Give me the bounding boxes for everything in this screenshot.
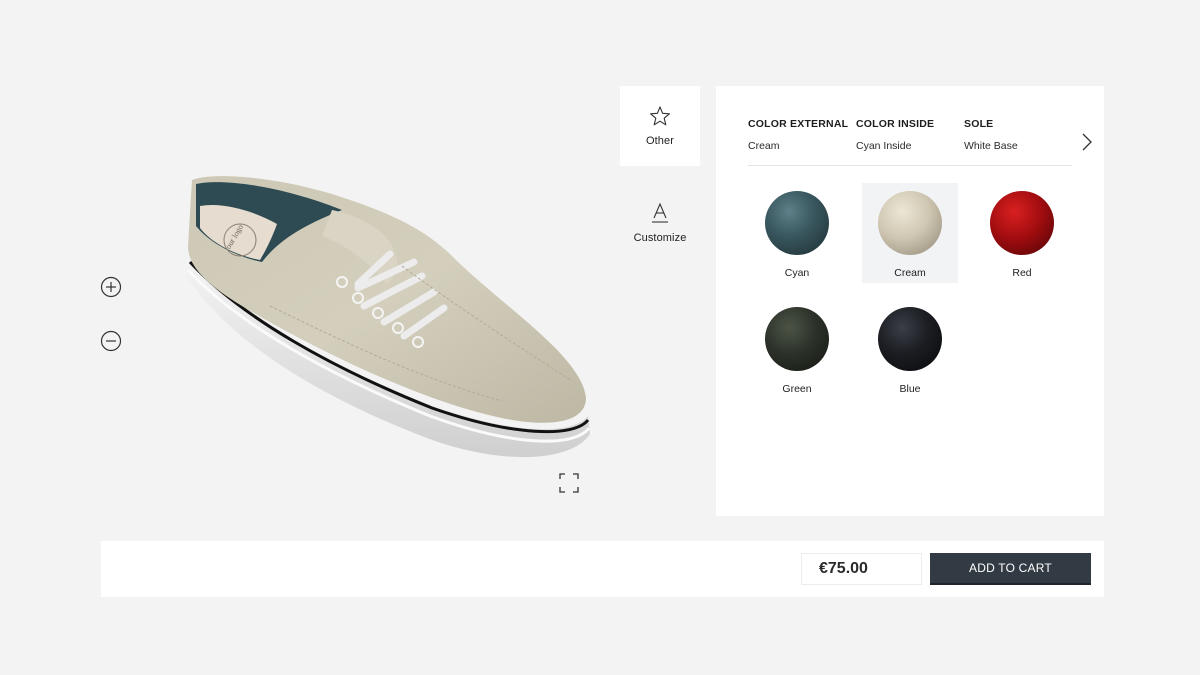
zoom-out-icon[interactable] xyxy=(100,330,122,352)
attribute-list: COLOR EXTERNAL Cream COLOR INSIDE Cyan I… xyxy=(748,118,1072,166)
tab-other[interactable]: Other xyxy=(620,86,700,166)
options-panel: COLOR EXTERNAL Cream COLOR INSIDE Cyan I… xyxy=(716,86,1104,516)
zoom-in-icon[interactable] xyxy=(100,276,122,298)
tab-label: Other xyxy=(645,135,674,147)
color-ball xyxy=(765,307,829,371)
attribute-title: SOLE xyxy=(964,118,994,130)
swatch-cream[interactable]: Cream xyxy=(862,183,958,283)
swatch-cyan[interactable]: Cyan xyxy=(749,183,845,283)
attribute-value: Cream xyxy=(748,140,780,152)
attribute-sole[interactable]: SOLE White Base xyxy=(964,118,1072,165)
attribute-title: COLOR EXTERNAL xyxy=(748,118,849,130)
swatch-label: Cyan xyxy=(784,267,810,279)
swatch-green[interactable]: Green xyxy=(749,299,845,399)
attribute-title: COLOR INSIDE xyxy=(856,118,935,130)
star-icon xyxy=(649,105,671,127)
attribute-value: Cyan Inside xyxy=(856,140,912,152)
chevron-right-icon[interactable] xyxy=(1080,132,1094,152)
color-ball xyxy=(990,191,1054,255)
shoe-3d-model[interactable]: our logo xyxy=(182,166,592,476)
tab-customize[interactable]: Customize xyxy=(620,183,700,263)
swatch-label: Green xyxy=(782,383,812,395)
color-ball xyxy=(765,191,829,255)
color-ball xyxy=(878,307,942,371)
color-ball xyxy=(878,191,942,255)
attribute-color-inside[interactable]: COLOR INSIDE Cyan Inside xyxy=(856,118,964,165)
fullscreen-icon[interactable] xyxy=(558,472,580,494)
swatch-label: Cream xyxy=(894,267,926,279)
tab-label: Customize xyxy=(633,232,687,244)
attribute-value: White Base xyxy=(964,140,1018,152)
price-display: €75.00 xyxy=(801,553,922,585)
add-to-cart-button[interactable]: ADD TO CART xyxy=(930,553,1091,585)
swatch-red[interactable]: Red xyxy=(974,183,1070,283)
attribute-color-external[interactable]: COLOR EXTERNAL Cream xyxy=(748,118,856,165)
swatch-label: Blue xyxy=(899,383,921,395)
swatch-blue[interactable]: Blue xyxy=(862,299,958,399)
product-viewer[interactable]: our logo xyxy=(90,120,600,510)
swatch-label: Red xyxy=(1012,267,1032,279)
text-a-icon xyxy=(649,202,671,224)
cart-bar: €75.00 ADD TO CART xyxy=(101,541,1104,597)
